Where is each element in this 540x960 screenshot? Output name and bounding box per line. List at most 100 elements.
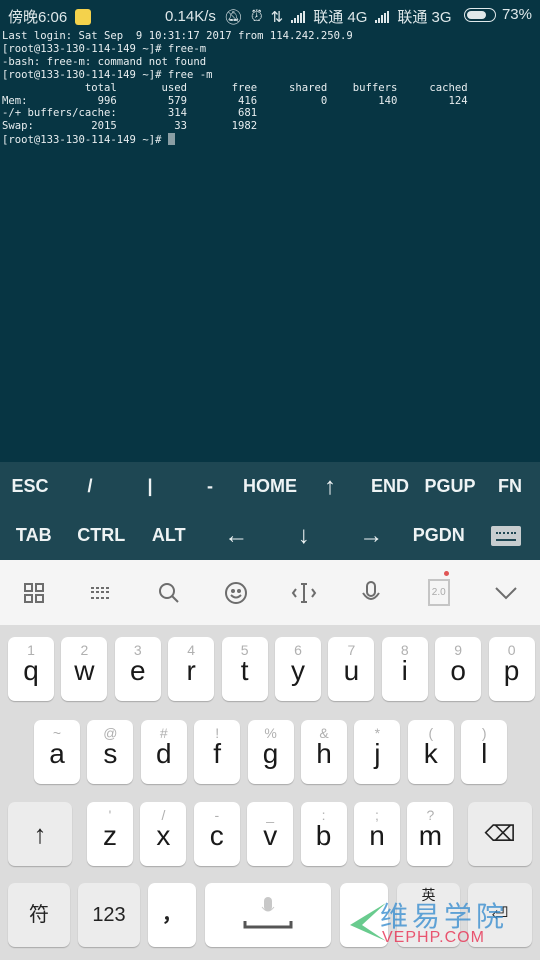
signal-icon: [375, 10, 390, 23]
key-primary: q: [23, 655, 39, 686]
extra-key-fn[interactable]: FN: [480, 476, 540, 497]
terminal-line: Last login: Sat Sep 9 10:31:17 2017 from…: [2, 30, 353, 42]
extra-keys-bar: ESC / | - HOME ↑ END PGUP FN TAB CTRL ALT ← ↓ → PGDN: [0, 462, 540, 560]
key-b[interactable]: :b: [300, 802, 347, 866]
key-primary: i: [401, 655, 408, 686]
key-primary: c: [209, 820, 224, 851]
key-i[interactable]: 8i: [381, 637, 428, 701]
toggle-keyboard-button[interactable]: [473, 525, 540, 547]
extra-key-sym[interactable]: ↑: [300, 473, 360, 501]
battery-percent: 73%: [501, 6, 532, 23]
keyboard-icon: [491, 526, 522, 547]
key-x[interactable]: / x: [140, 802, 187, 866]
keyboard-layout-button[interactable]: [68, 585, 136, 601]
key-m[interactable]: ? m: [407, 802, 454, 866]
shift-key[interactable]: ↑: [8, 802, 72, 866]
key-primary: l: [481, 738, 488, 769]
key-v[interactable]: _ v: [247, 802, 294, 866]
key-g[interactable]: % g: [247, 720, 294, 784]
data-transfer-icon: ⇅: [270, 8, 284, 26]
terminal-output[interactable]: Last login: Sat Sep 9 10:31:17 2017 from…: [0, 30, 540, 462]
key-c[interactable]: -c: [193, 802, 240, 866]
emoji-button[interactable]: [203, 581, 271, 605]
key-primary: d: [156, 738, 172, 769]
key-primary: v: [263, 820, 278, 851]
key-a[interactable]: ~ a: [34, 720, 80, 784]
extra-key-pgdn[interactable]: PGDN: [405, 525, 473, 546]
extra-key-sym[interactable]: ←: [203, 522, 271, 550]
numbers-key[interactable]: 123: [78, 883, 140, 947]
terminal-line: Mem: 996 579 416 0 140 124: [2, 94, 468, 107]
version-button[interactable]: 2.0: [405, 571, 473, 606]
alarm-icon: ⏰︎: [250, 8, 263, 25]
status-bar: 傍晚6:06 0.14K/s 🔕︎ ⏰︎ ⇅ 联通 4G 联通 3G 73%: [0, 0, 540, 30]
search-button[interactable]: [135, 581, 203, 605]
key-d[interactable]: # d: [140, 720, 187, 784]
extra-key-tab[interactable]: TAB: [0, 525, 68, 546]
extra-key-sym[interactable]: →: [338, 522, 406, 550]
extra-key-sym[interactable]: ↓: [270, 522, 338, 550]
extra-key-home[interactable]: HOME: [240, 476, 300, 497]
terminal-line: -bash: free-m: command not found: [2, 55, 207, 68]
carrier-2: 联通 3G: [397, 9, 452, 26]
key-primary: y: [291, 655, 305, 686]
extra-key-end[interactable]: END: [360, 476, 420, 497]
voice-input-button[interactable]: [338, 580, 406, 606]
apps-grid-button[interactable]: [0, 582, 68, 604]
ime-toolbar: 2.0: [0, 560, 540, 625]
key-q[interactable]: 1q: [8, 637, 54, 701]
clock: 傍晚6:06: [8, 9, 68, 26]
key-primary: h: [316, 738, 332, 769]
extra-key-esc[interactable]: ESC: [0, 476, 60, 497]
battery-icon: [463, 7, 496, 22]
signal-icon: [291, 10, 306, 23]
key-j[interactable]: * j: [354, 720, 401, 784]
key-primary: k: [423, 738, 438, 769]
terminal-line: [root@133-130-114-149 ~]# free-m: [2, 42, 207, 55]
terminal-line: -/+ buffers/cache: 314 681: [2, 107, 258, 120]
terminal-cursor: [167, 133, 175, 146]
key-o[interactable]: 9o: [435, 637, 482, 701]
key-primary: n: [369, 820, 385, 851]
key-w[interactable]: 2w: [61, 637, 108, 701]
key-f[interactable]: ! f: [194, 720, 241, 784]
soft-keyboard: 1q2w3e4r5t6y7u8i9o0p ~ a @ s # d! f% g & h * j(k) l …: [0, 625, 540, 960]
extra-key-sym[interactable]: |: [120, 476, 180, 497]
key-u[interactable]: 7u: [328, 637, 375, 701]
key-primary: m: [418, 820, 443, 851]
key-primary: s: [103, 738, 118, 769]
key-primary: j: [374, 738, 381, 769]
key-primary: z: [103, 820, 117, 851]
cursor-edit-button[interactable]: [270, 581, 338, 605]
collapse-keyboard-button[interactable]: [473, 586, 540, 600]
key-primary: t: [240, 655, 249, 686]
extra-key-pgup[interactable]: PGUP: [420, 476, 480, 497]
key-k[interactable]: (k: [407, 720, 454, 784]
space-key[interactable]: [205, 883, 331, 947]
comma-key[interactable]: ，: [148, 883, 196, 947]
carrier-1: 联通 4G: [313, 9, 368, 26]
key-r[interactable]: 4r: [168, 637, 215, 701]
key-l[interactable]: ) l: [461, 720, 508, 784]
key-n[interactable]: ; n: [354, 802, 400, 866]
symbols-key[interactable]: 符: [8, 883, 70, 947]
terminal-line: [root@133-130-114-149 ~]# free -m: [2, 68, 213, 81]
terminal-line: total used free shared buffers cached: [2, 81, 468, 94]
net-speed: 0.14K/s: [165, 8, 216, 25]
key-primary: f: [213, 738, 222, 769]
key-e[interactable]: 3e: [114, 637, 161, 701]
extra-key-sym[interactable]: -: [180, 476, 240, 497]
key-t[interactable]: 5t: [221, 637, 268, 701]
key-primary: e: [130, 655, 146, 686]
extra-key-alt[interactable]: ALT: [135, 525, 203, 546]
watermark-url: VEPHP.COM: [382, 929, 485, 946]
extra-key-sym[interactable]: /: [60, 476, 120, 497]
backspace-key[interactable]: ⌫: [468, 802, 532, 866]
key-s[interactable]: @ s: [87, 720, 134, 784]
extra-key-ctrl[interactable]: CTRL: [68, 525, 136, 546]
key-p[interactable]: 0p: [488, 637, 535, 701]
key-y[interactable]: 6y: [275, 637, 321, 701]
key-h[interactable]: & h: [301, 720, 347, 784]
key-z[interactable]: ' z: [87, 802, 133, 866]
mute-icon: 🔕︎: [223, 8, 243, 26]
